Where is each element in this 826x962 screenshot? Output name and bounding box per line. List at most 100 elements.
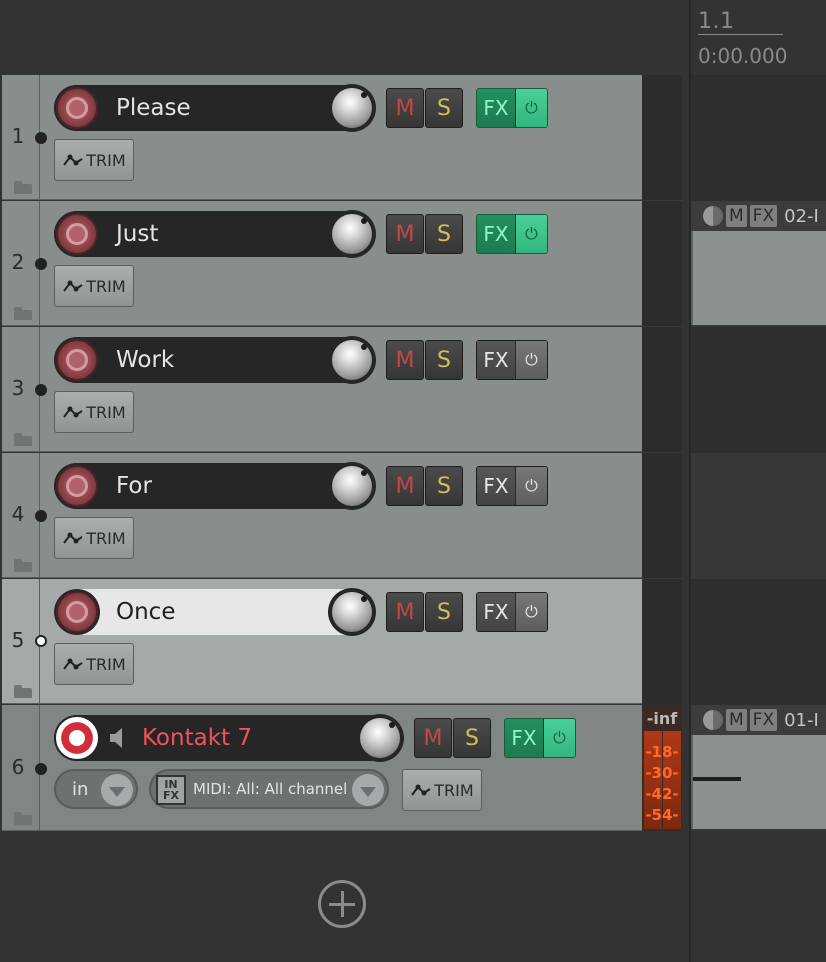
media-item-header[interactable]: M FX 02-I <box>691 201 826 231</box>
track-folder-dot[interactable] <box>35 635 47 647</box>
record-arm-button[interactable] <box>54 85 100 131</box>
track-1[interactable]: 1 Please M S FX ⏻ TRIM <box>2 75 642 200</box>
volume-knob[interactable] <box>328 462 376 510</box>
media-item-header[interactable]: M FX 01-I <box>691 705 826 735</box>
track-2[interactable]: 2 Just M S FX ⏻ TRIM <box>2 201 642 326</box>
item-fx-button[interactable]: FX <box>749 205 778 227</box>
folder-icon[interactable] <box>14 812 32 825</box>
arrange-lane-3[interactable] <box>691 327 826 453</box>
trim-envelope-button[interactable]: TRIM <box>54 265 134 307</box>
track-name[interactable]: Please <box>116 85 191 131</box>
arrange-lane-1[interactable] <box>691 75 826 201</box>
volume-knob[interactable] <box>328 210 376 258</box>
item-volume-icon[interactable] <box>703 710 723 730</box>
fx-button[interactable]: FX <box>477 341 515 379</box>
track-folder-dot[interactable] <box>35 132 47 144</box>
arrange-lane-4[interactable] <box>691 453 826 579</box>
track-6[interactable]: 6 Kontakt 7 M S FX ⏻ in IN FX MIDI: All:… <box>2 705 642 831</box>
record-arm-button[interactable] <box>54 211 100 257</box>
volume-knob[interactable] <box>328 84 376 132</box>
track-5[interactable]: 5 Once M S FX ⏻ TRIM <box>2 579 642 704</box>
track-name-bar[interactable]: Please <box>54 84 376 132</box>
volume-knob[interactable] <box>328 588 376 636</box>
media-item-6[interactable] <box>691 735 826 829</box>
solo-button[interactable]: S <box>425 592 463 632</box>
track-name-bar[interactable]: Once <box>54 588 376 636</box>
fx-button[interactable]: FX <box>477 215 515 253</box>
track-name-bar[interactable]: Work <box>54 336 376 384</box>
fx-button[interactable]: FX <box>505 719 543 757</box>
mute-button[interactable]: M <box>386 592 424 632</box>
track-name-bar[interactable]: Kontakt 7 <box>54 714 404 762</box>
track-name[interactable]: For <box>116 463 152 509</box>
track-name[interactable]: Work <box>116 337 174 383</box>
track-3[interactable]: 3 Work M S FX ⏻ TRIM <box>2 327 642 452</box>
mute-button[interactable]: M <box>386 466 424 506</box>
fx-button[interactable]: FX <box>477 593 515 631</box>
fx-bypass-power-icon[interactable]: ⏻ <box>514 593 547 631</box>
track-folder-dot[interactable] <box>35 510 47 522</box>
envelope-icon <box>411 784 431 796</box>
fx-bypass-power-icon[interactable]: ⏻ <box>514 467 547 505</box>
record-arm-button[interactable] <box>54 337 100 383</box>
track-folder-dot[interactable] <box>35 384 47 396</box>
mute-button[interactable]: M <box>386 88 424 128</box>
track-folder-dot[interactable] <box>35 763 47 775</box>
chevron-down-icon[interactable] <box>101 774 133 806</box>
fx-bypass-power-icon[interactable]: ⏻ <box>514 341 547 379</box>
track-6-meter[interactable]: -inf -18- -30- -42- -54- <box>642 705 682 831</box>
input-fx-button[interactable]: IN FX <box>156 775 186 805</box>
item-mute-button[interactable]: M <box>726 709 747 731</box>
trim-envelope-button[interactable]: TRIM <box>54 391 134 433</box>
add-track-button[interactable] <box>318 880 366 928</box>
item-volume-icon[interactable] <box>703 206 723 226</box>
track-4[interactable]: 4 For M S FX ⏻ TRIM <box>2 453 642 578</box>
folder-icon[interactable] <box>14 685 32 698</box>
record-arm-button[interactable] <box>54 463 100 509</box>
midi-input-selector[interactable]: IN FX MIDI: All: All channel <box>149 769 389 809</box>
fx-bypass-power-icon[interactable]: ⏻ <box>514 215 547 253</box>
fx-bypass-power-icon[interactable]: ⏻ <box>514 89 547 127</box>
trim-envelope-button[interactable]: TRIM <box>54 139 134 181</box>
track-name[interactable]: Once <box>116 589 175 635</box>
mute-button[interactable]: M <box>386 340 424 380</box>
record-input-selector[interactable]: in <box>54 769 138 809</box>
solo-button[interactable]: S <box>425 466 463 506</box>
record-arm-button[interactable] <box>54 715 100 761</box>
fx-bypass-power-icon[interactable]: ⏻ <box>542 719 575 757</box>
volume-knob[interactable] <box>356 714 404 762</box>
mute-button[interactable]: M <box>414 718 452 758</box>
volume-knob[interactable] <box>328 336 376 384</box>
timeline-ruler[interactable]: 1.1 0:00.000 <box>691 0 826 75</box>
folder-icon[interactable] <box>14 181 32 194</box>
trim-label: TRIM <box>86 654 126 674</box>
item-fx-button[interactable]: FX <box>749 709 778 731</box>
tcp-arrange-divider[interactable] <box>689 0 691 962</box>
folder-icon[interactable] <box>14 559 32 572</box>
midi-note <box>693 777 741 781</box>
record-arm-button[interactable] <box>54 589 100 635</box>
solo-button[interactable]: S <box>425 88 463 128</box>
fx-button[interactable]: FX <box>477 467 515 505</box>
trim-envelope-button[interactable]: TRIM <box>54 643 134 685</box>
folder-icon[interactable] <box>14 307 32 320</box>
solo-button[interactable]: S <box>425 340 463 380</box>
folder-icon[interactable] <box>14 433 32 446</box>
track-name[interactable]: Kontakt 7 <box>142 715 252 761</box>
fx-button[interactable]: FX <box>477 89 515 127</box>
arrange-empty-area[interactable] <box>691 831 826 962</box>
media-item-2[interactable] <box>691 231 826 325</box>
track-name-bar[interactable]: Just <box>54 210 376 258</box>
trim-envelope-button[interactable]: TRIM <box>54 517 134 559</box>
chevron-down-icon[interactable] <box>352 774 384 806</box>
trim-envelope-button[interactable]: TRIM <box>402 769 482 811</box>
speaker-monitor-icon[interactable] <box>108 726 126 750</box>
track-folder-dot[interactable] <box>35 258 47 270</box>
track-name[interactable]: Just <box>116 211 158 257</box>
track-name-bar[interactable]: For <box>54 462 376 510</box>
mute-button[interactable]: M <box>386 214 424 254</box>
solo-button[interactable]: S <box>425 214 463 254</box>
solo-button[interactable]: S <box>453 718 491 758</box>
item-mute-button[interactable]: M <box>726 205 747 227</box>
arrange-lane-5[interactable] <box>691 579 826 705</box>
